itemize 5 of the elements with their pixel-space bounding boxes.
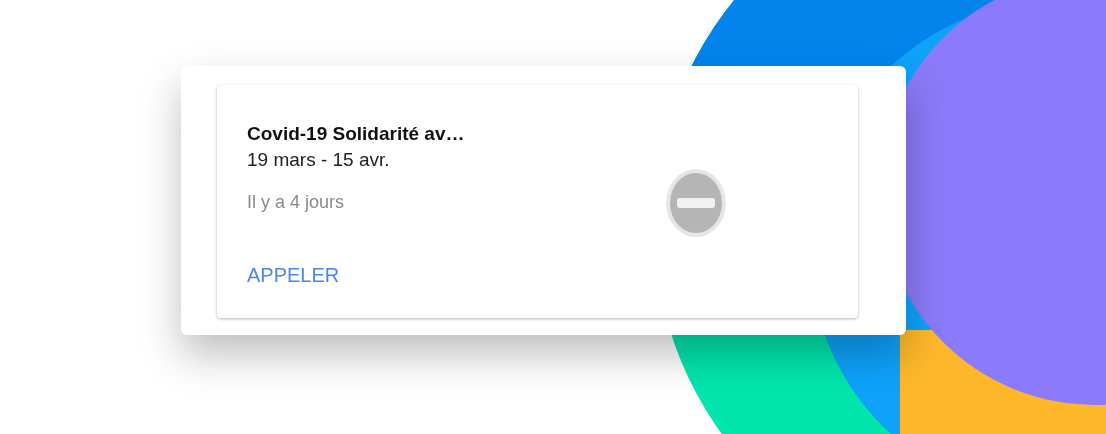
event-title: Covid-19 Solidarité av… [247, 122, 466, 146]
event-dates: 19 mars - 15 avr. [247, 148, 391, 172]
blocked-icon [665, 168, 727, 238]
time-ago: Il y a 4 jours [247, 191, 346, 214]
call-button[interactable]: APPELER [247, 262, 340, 288]
